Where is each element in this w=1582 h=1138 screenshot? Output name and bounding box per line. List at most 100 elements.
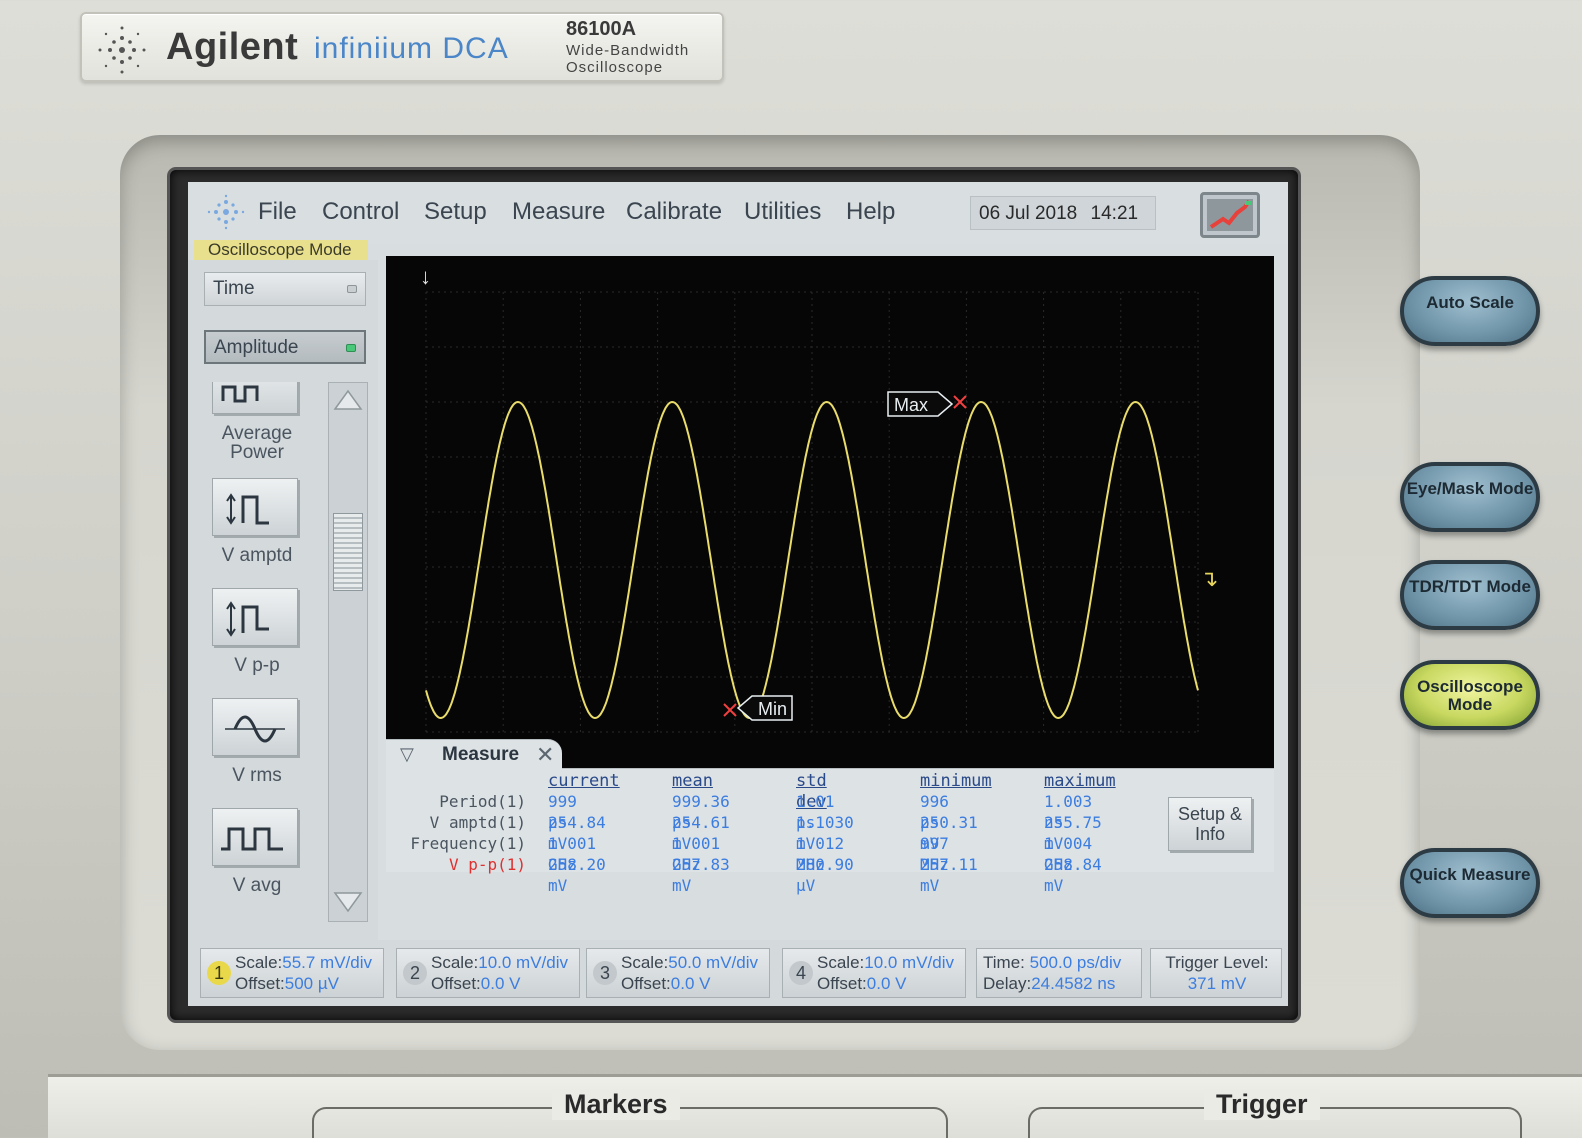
row-frequency-name: Frequency(1)	[410, 834, 526, 853]
auto-scale-button[interactable]: Auto Scale	[1400, 276, 1540, 346]
scroll-thumb[interactable]	[333, 513, 363, 591]
measure-title: Measure	[442, 744, 520, 765]
measurement-list-scrollbar[interactable]	[328, 382, 368, 922]
timebase-setting[interactable]: Time: 500.0 ps/div Delay:24.4582 ns	[976, 948, 1142, 998]
menu-setup[interactable]: Setup	[424, 198, 487, 226]
channel-2-setting[interactable]: 2 Scale:10.0 mV/div Offset:0.0 V	[396, 948, 580, 998]
channel-3-setting[interactable]: 3 Scale:50.0 mV/div Offset:0.0 V	[586, 948, 770, 998]
brand-description: Wide-Bandwidth Oscilloscope	[566, 42, 689, 76]
time-reference-arrow-icon: ↓	[420, 264, 431, 289]
channel-4-scale-label: Scale:	[817, 953, 865, 972]
tab-time[interactable]: Time	[204, 272, 366, 306]
channel-1-scale-label: Scale:	[235, 953, 283, 972]
channel-3-scale-label: Scale:	[621, 953, 669, 972]
timebase-text: Time: 500.0 ps/div Delay:24.4582 ns	[983, 952, 1121, 994]
measure-v-amptd[interactable]: V amptd	[202, 478, 322, 586]
menu-file[interactable]: File	[258, 198, 297, 226]
trigger-level-setting[interactable]: Trigger Level: 371 mV	[1150, 948, 1282, 998]
tdr-tdt-mode-button[interactable]: TDR/TDT Mode	[1400, 560, 1540, 630]
waveform-display[interactable]: ↓ Max Min	[386, 256, 1274, 768]
channel-4-setting[interactable]: 4 Scale:10.0 mV/div Offset:0.0 V	[782, 948, 966, 998]
measure-v-avg[interactable]: V avg	[202, 808, 322, 916]
time-label: Time:	[983, 953, 1025, 972]
v-avg-icon	[212, 808, 298, 866]
measure-v-pp-label: V p-p	[234, 655, 280, 676]
table-cell: 257.11 mV	[920, 855, 978, 895]
measure-average-power[interactable]: Average Power	[202, 382, 322, 464]
time-text: 14:21	[1090, 203, 1139, 224]
channel-3-scale: 50.0 mV/div	[668, 953, 759, 972]
row-period-name: Period(1)	[439, 792, 526, 811]
measure-v-rms[interactable]: V rms	[202, 698, 322, 806]
measure-v-rms-label: V rms	[232, 765, 282, 786]
table-cell: 258.84 mV	[1044, 855, 1102, 895]
trigger-level-label: Trigger Level:	[1165, 953, 1269, 972]
collapse-icon[interactable]: ▽	[400, 744, 414, 765]
graticule-grid	[425, 291, 1199, 733]
menu-measure[interactable]: Measure	[512, 198, 605, 226]
measure-v-avg-label: V avg	[232, 875, 282, 896]
col-maximum: maximum	[1044, 771, 1116, 791]
agilent-menu-logo-icon[interactable]	[206, 194, 246, 230]
max-marker-label: Max	[894, 395, 928, 415]
measure-v-pp[interactable]: V p-p	[202, 588, 322, 696]
scroll-down-icon[interactable]	[333, 889, 363, 915]
measure-panel: ▽ Measure ✕ current mean std dev minimum…	[386, 739, 1274, 895]
acquisition-status-button[interactable]	[1200, 192, 1260, 238]
oscilloscope-screen: File Control Setup Measure Calibrate Uti…	[188, 182, 1288, 1006]
table-cell: 257.83 mV	[672, 855, 730, 895]
menu-help[interactable]: Help	[846, 198, 895, 226]
date-time-display: 06 Jul 2018 14:21	[970, 196, 1156, 230]
max-marker: Max	[887, 391, 954, 417]
setup-info-button[interactable]: Setup & Info	[1168, 797, 1252, 851]
eye-mask-mode-button[interactable]: Eye/Mask Mode	[1400, 462, 1540, 532]
brand-name: Agilent	[166, 26, 299, 68]
channel-1-scale: 55.7 mV/div	[282, 953, 373, 972]
mode-label: Oscilloscope Mode	[194, 240, 368, 260]
menubar: File Control Setup Measure Calibrate Uti…	[188, 182, 1288, 244]
channel-4-scale: 10.0 mV/div	[864, 953, 955, 972]
trigger-level-arrow-icon: ↴	[1200, 566, 1219, 591]
channel-3-offset: 0.0 V	[670, 974, 711, 993]
v-rms-icon	[212, 698, 298, 756]
channel-3-indicator: 3	[593, 961, 617, 985]
lower-control-panel: Markers Trigger	[48, 1074, 1582, 1138]
channel-4-offset-label: Offset:	[817, 974, 867, 993]
measure-tab[interactable]: ▽ Measure ✕	[386, 739, 562, 769]
col-mean: mean	[672, 771, 713, 791]
close-icon[interactable]: ✕	[536, 742, 554, 768]
waveform-graticule: ↓ Max Min	[420, 264, 1199, 733]
brand-model: 86100A	[566, 18, 637, 40]
tab-amplitude-indicator	[346, 344, 356, 352]
tab-amplitude-label: Amplitude	[214, 337, 299, 358]
v-amptd-icon	[212, 478, 298, 536]
tab-time-indicator	[347, 285, 357, 293]
channel-3-offset-label: Offset:	[621, 974, 671, 993]
trigger-text: Trigger Level: 371 mV	[1159, 952, 1275, 994]
channel-4-offset: 0.0 V	[866, 974, 907, 993]
channel-1-setting[interactable]: 1 Scale:55.7 mV/div Offset:500 µV	[200, 948, 384, 998]
menu-control[interactable]: Control	[322, 198, 399, 226]
channel-4-indicator: 4	[789, 961, 813, 985]
markers-group-title: Markers	[552, 1089, 680, 1120]
channel-2-scale: 10.0 mV/div	[478, 953, 569, 972]
measure-v-amptd-label: V amptd	[221, 545, 293, 566]
date-text: 06 Jul 2018	[979, 203, 1078, 224]
measurement-list: Average Power V amptd V p-p V rms V avg	[202, 382, 322, 922]
delay-value: 24.4582 ns	[1031, 974, 1116, 993]
quick-measure-button[interactable]: Quick Measure	[1400, 848, 1540, 918]
scroll-up-icon[interactable]	[333, 387, 363, 413]
col-minimum: minimum	[920, 771, 992, 791]
brand-description-line1: Wide-Bandwidth	[566, 42, 690, 59]
brand-plate: Agilent infiniium DCA 86100A Wide-Bandwi…	[80, 12, 724, 82]
tab-time-label: Time	[213, 278, 255, 299]
menu-calibrate[interactable]: Calibrate	[626, 198, 722, 226]
delay-label: Delay:	[983, 974, 1032, 993]
channel-2-indicator: 2	[403, 961, 427, 985]
row-v-amptd-name: V amptd(1)	[429, 813, 526, 832]
tab-amplitude[interactable]: Amplitude	[204, 330, 366, 364]
trigger-level-value: 371 mV	[1187, 974, 1247, 993]
brand-description-line2: Oscilloscope	[566, 59, 664, 76]
oscilloscope-mode-button[interactable]: Oscilloscope Mode	[1400, 660, 1540, 730]
menu-utilities[interactable]: Utilities	[744, 198, 821, 226]
